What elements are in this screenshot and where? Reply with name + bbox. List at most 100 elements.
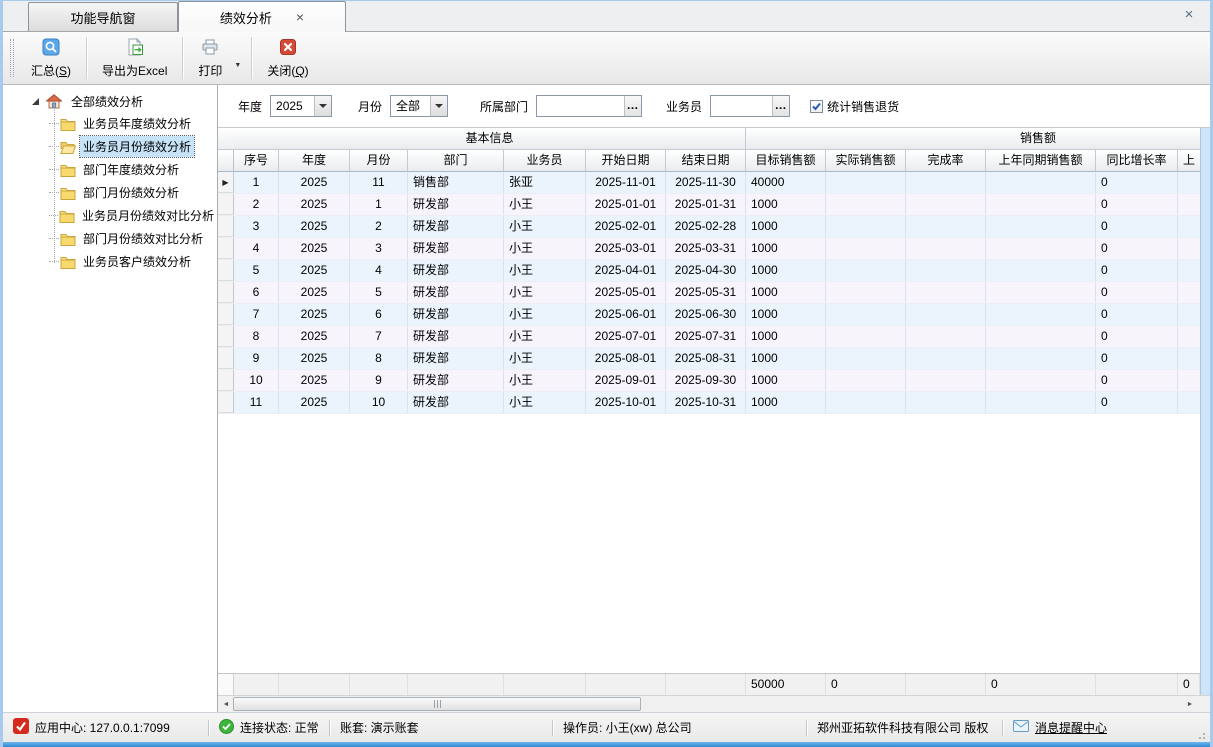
grid-cell[interactable] [906, 216, 986, 237]
grid-cell[interactable]: 10 [350, 392, 408, 413]
column-header[interactable]: 业务员 [504, 150, 586, 172]
grid-cell[interactable] [986, 370, 1096, 391]
grid-cell[interactable] [906, 348, 986, 369]
sidebar-root-item[interactable]: 全部绩效分析 [3, 90, 217, 112]
row-indicator-cell[interactable] [218, 326, 234, 347]
grid-cell[interactable]: 2025 [279, 260, 350, 281]
grid-cell[interactable]: 2025-06-30 [666, 304, 746, 325]
table-row[interactable]: 820257研发部小王2025-07-012025-07-3110000 [218, 326, 1200, 348]
grid-cell[interactable]: 2025-11-30 [666, 172, 746, 193]
close-button[interactable]: 关闭(Q) [255, 35, 320, 81]
grid-cell[interactable]: 0 [1096, 370, 1178, 391]
grid-cell[interactable]: 小王 [504, 238, 586, 259]
tree-expander-icon[interactable] [31, 97, 40, 106]
table-row[interactable]: 420253研发部小王2025-03-012025-03-3110000 [218, 238, 1200, 260]
table-row[interactable]: 920258研发部小王2025-08-012025-08-3110000 [218, 348, 1200, 370]
grid-cell[interactable] [826, 194, 906, 215]
grid-cell[interactable]: 0 [1096, 392, 1178, 413]
summary-button[interactable]: 汇总(S) [19, 35, 83, 81]
grid-cell[interactable]: 7 [234, 304, 279, 325]
grid-cell[interactable]: 小王 [504, 348, 586, 369]
row-indicator-cell[interactable] [218, 370, 234, 391]
grid-cell[interactable] [826, 348, 906, 369]
grid-cell[interactable]: 研发部 [408, 194, 504, 215]
sidebar-item[interactable]: 业务员月份绩效分析 [49, 135, 217, 158]
grid-cell[interactable]: 2025-09-01 [586, 370, 666, 391]
grid-cell[interactable]: 2 [234, 194, 279, 215]
column-header[interactable]: 结束日期 [666, 150, 746, 172]
sidebar-root-label[interactable]: 全部绩效分析 [68, 91, 146, 112]
month-select[interactable]: 全部 [390, 95, 448, 117]
print-button[interactable]: 打印 [186, 35, 234, 81]
grid-cell[interactable]: 2025 [279, 392, 350, 413]
grid-cell[interactable] [906, 260, 986, 281]
row-indicator-cell[interactable] [218, 392, 234, 413]
message-center-link[interactable]: 消息提醒中心 [1035, 719, 1107, 736]
grid-cell[interactable]: 2025-07-01 [586, 326, 666, 347]
grid-cell[interactable] [1178, 238, 1200, 259]
year-select[interactable]: 2025 [270, 95, 332, 117]
grid-cell[interactable]: 小王 [504, 370, 586, 391]
sidebar-item[interactable]: 业务员月份绩效对比分析 [49, 204, 217, 227]
grid-cell[interactable]: 研发部 [408, 216, 504, 237]
grid-cell[interactable] [1178, 216, 1200, 237]
grid-cell[interactable] [906, 392, 986, 413]
grid-cell[interactable]: 1000 [746, 326, 826, 347]
column-header[interactable]: 月份 [350, 150, 408, 172]
grid-cell[interactable]: 2025-03-31 [666, 238, 746, 259]
grid-cell[interactable]: 研发部 [408, 348, 504, 369]
grid-cell[interactable]: 2025-05-31 [666, 282, 746, 303]
grid-cell[interactable]: 2025 [279, 370, 350, 391]
grid-cell[interactable]: 6 [350, 304, 408, 325]
grid-cell[interactable] [1178, 304, 1200, 325]
grid-cell[interactable]: 2025-06-01 [586, 304, 666, 325]
grid-cell[interactable]: 2025-02-28 [666, 216, 746, 237]
column-header[interactable]: 序号 [234, 150, 279, 172]
grid-cell[interactable]: 2025-08-01 [586, 348, 666, 369]
grid-cell[interactable] [986, 194, 1096, 215]
grid-cell[interactable] [826, 370, 906, 391]
grid-cell[interactable] [1178, 326, 1200, 347]
grid-cell[interactable]: 2025-01-01 [586, 194, 666, 215]
grid-cell[interactable]: 2025 [279, 282, 350, 303]
grid-cell[interactable]: 2025-02-01 [586, 216, 666, 237]
column-header[interactable]: 年度 [279, 150, 350, 172]
department-input[interactable] [537, 96, 624, 116]
table-row[interactable]: 320252研发部小王2025-02-012025-02-2810000 [218, 216, 1200, 238]
tab-performance-analysis[interactable]: 绩效分析 × [178, 1, 346, 32]
grid-cell[interactable]: 1000 [746, 194, 826, 215]
table-row[interactable]: 220251研发部小王2025-01-012025-01-3110000 [218, 194, 1200, 216]
column-header[interactable]: 部门 [408, 150, 504, 172]
grid-cell[interactable] [906, 326, 986, 347]
grid-cell[interactable]: 1000 [746, 282, 826, 303]
grid-cell[interactable]: 9 [350, 370, 408, 391]
sidebar-item[interactable]: 部门年度绩效分析 [49, 158, 217, 181]
grid-cell[interactable]: 11 [234, 392, 279, 413]
grid-cell[interactable]: 2025 [279, 304, 350, 325]
grid-cell[interactable] [906, 238, 986, 259]
grid-cell[interactable]: 8 [234, 326, 279, 347]
grid-cell[interactable] [906, 370, 986, 391]
sidebar-item[interactable]: 业务员客户绩效分析 [49, 250, 217, 273]
grid-cell[interactable]: 0 [1096, 194, 1178, 215]
row-indicator-cell[interactable] [218, 260, 234, 281]
grid-cell[interactable]: 小王 [504, 304, 586, 325]
grid-cell[interactable]: 1000 [746, 348, 826, 369]
row-indicator-cell[interactable] [218, 304, 234, 325]
column-header[interactable]: 实际销售额 [826, 150, 906, 172]
tab-function-navigation[interactable]: 功能导航窗 [28, 2, 178, 31]
grid-cell[interactable]: 小王 [504, 326, 586, 347]
resize-grip[interactable] [1198, 730, 1207, 739]
grid-cell[interactable]: 小王 [504, 216, 586, 237]
grid-cell[interactable]: 7 [350, 326, 408, 347]
grid-cell[interactable] [826, 172, 906, 193]
table-row[interactable]: 11202510研发部小王2025-10-012025-10-3110000 [218, 392, 1200, 414]
grid-cell[interactable]: 0 [1096, 326, 1178, 347]
column-header[interactable]: 同比增长率 [1096, 150, 1178, 172]
grid-cell[interactable] [826, 238, 906, 259]
grid-cell[interactable]: 4 [234, 238, 279, 259]
sidebar-item-label[interactable]: 业务员年度绩效分析 [80, 113, 194, 134]
table-row[interactable]: 620255研发部小王2025-05-012025-05-3110000 [218, 282, 1200, 304]
table-row[interactable]: ▶1202511销售部张亚2025-11-012025-11-30400000 [218, 172, 1200, 194]
sidebar-item[interactable]: 业务员年度绩效分析 [49, 112, 217, 135]
